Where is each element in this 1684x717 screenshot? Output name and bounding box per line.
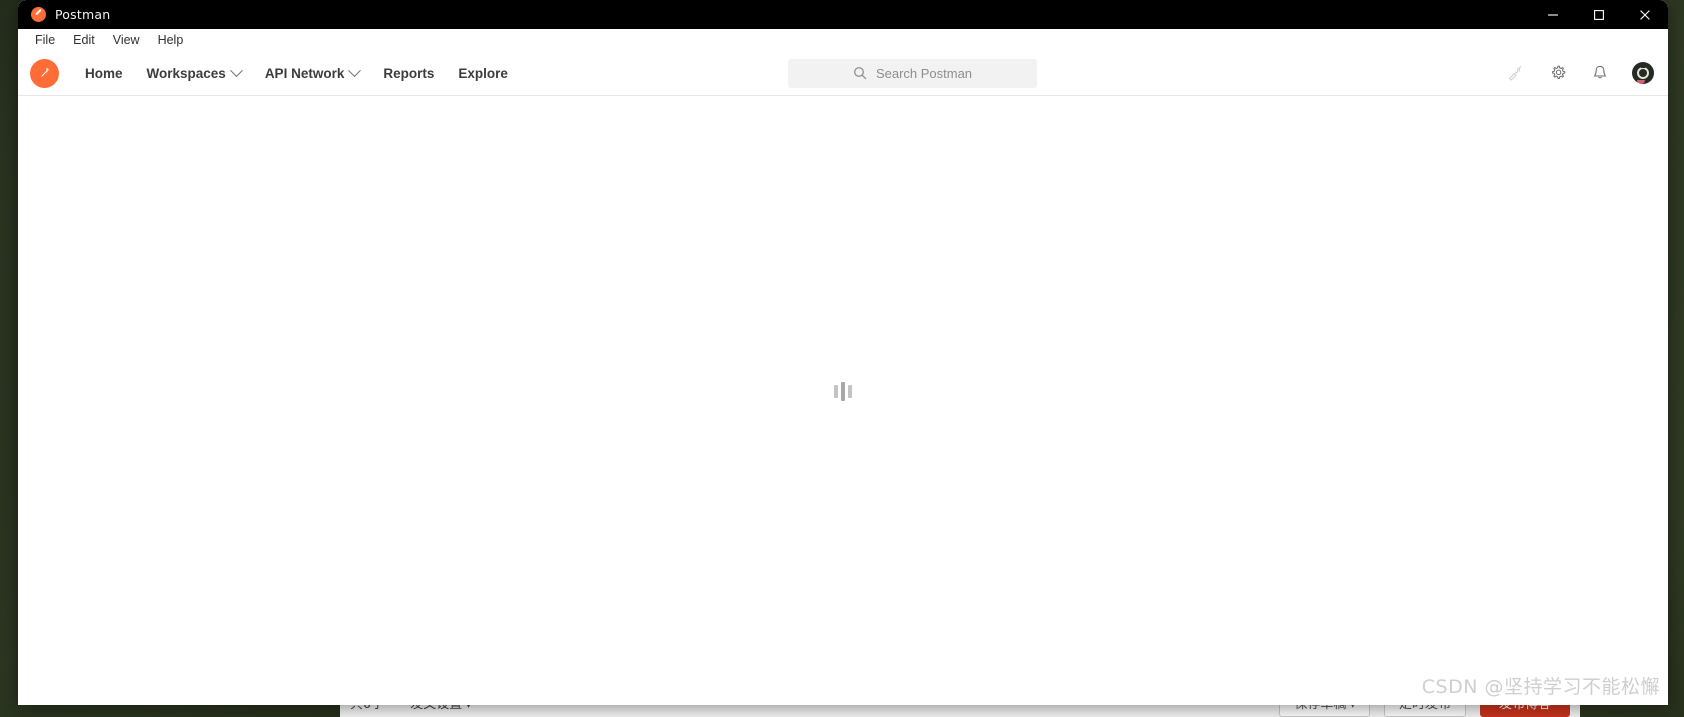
search-placeholder: Search Postman xyxy=(875,65,973,81)
postman-rocket-glyph xyxy=(40,67,49,77)
close-icon[interactable] xyxy=(1622,0,1668,29)
loading-bars-icon xyxy=(834,381,852,403)
app-header: Home Workspaces API Network Reports Expl… xyxy=(18,51,1668,96)
postman-logo-icon[interactable] xyxy=(30,58,59,88)
maximize-icon[interactable] xyxy=(1576,0,1622,29)
chevron-down-icon xyxy=(229,63,243,77)
satellite-icon[interactable] xyxy=(1506,64,1525,83)
loading-bar xyxy=(841,382,845,401)
desktop-background: 共0字 发文设置▾ 保存草稿▾ 定时发布 发布博客 Postman xyxy=(0,0,1684,717)
main-content-area xyxy=(18,96,1668,705)
menu-item-file[interactable]: File xyxy=(26,31,64,49)
postman-window: Postman File Edit View Help Home Workspa… xyxy=(18,0,1668,705)
gear-icon[interactable] xyxy=(1548,64,1567,83)
primary-navigation: Home Workspaces API Network Reports Expl… xyxy=(73,60,520,87)
loading-bar xyxy=(834,385,838,398)
nav-item-workspaces[interactable]: Workspaces xyxy=(135,60,253,87)
titlebar-left-group: Postman xyxy=(18,7,110,22)
bell-icon[interactable] xyxy=(1590,64,1609,83)
nav-item-home[interactable]: Home xyxy=(73,60,135,87)
search-icon xyxy=(854,67,867,80)
window-controls xyxy=(1530,0,1668,29)
minimize-icon[interactable] xyxy=(1530,0,1576,29)
menu-item-view[interactable]: View xyxy=(104,31,149,49)
nav-item-api-network[interactable]: API Network xyxy=(253,60,372,87)
window-titlebar[interactable]: Postman xyxy=(18,0,1668,29)
menu-item-help[interactable]: Help xyxy=(149,31,193,49)
postman-logo-icon xyxy=(31,7,46,22)
loading-bar xyxy=(848,385,852,398)
avatar-accent xyxy=(1637,80,1645,84)
search-input[interactable]: Search Postman xyxy=(788,58,1037,88)
nav-item-explore[interactable]: Explore xyxy=(446,60,520,87)
avatar[interactable] xyxy=(1632,62,1654,84)
menu-bar: File Edit View Help xyxy=(18,29,1668,51)
menu-item-edit[interactable]: Edit xyxy=(64,31,104,49)
window-title: Postman xyxy=(55,7,111,22)
header-actions xyxy=(1506,62,1654,84)
chevron-down-icon xyxy=(348,63,362,77)
nav-item-reports[interactable]: Reports xyxy=(371,60,446,87)
